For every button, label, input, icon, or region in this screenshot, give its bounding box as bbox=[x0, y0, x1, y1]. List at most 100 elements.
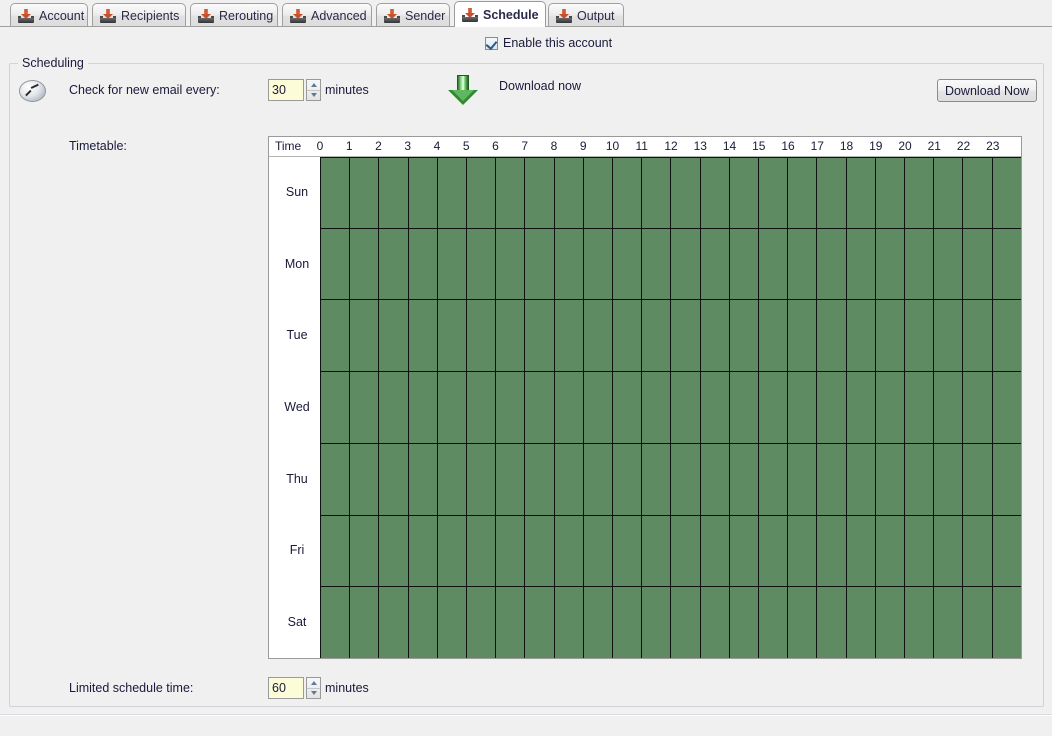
timetable-row-sun[interactable] bbox=[320, 157, 1022, 229]
timetable-cell[interactable] bbox=[934, 157, 963, 229]
timetable-cell[interactable] bbox=[350, 372, 379, 444]
timetable-cell[interactable] bbox=[847, 444, 876, 516]
timetable-cell[interactable] bbox=[701, 157, 730, 229]
timetable-cell[interactable] bbox=[759, 516, 788, 588]
timetable-cell[interactable] bbox=[730, 229, 759, 301]
timetable-cell[interactable] bbox=[993, 516, 1022, 588]
tab-advanced[interactable]: Advanced bbox=[282, 3, 372, 27]
timetable-cell[interactable] bbox=[409, 157, 438, 229]
timetable-cell[interactable] bbox=[993, 157, 1022, 229]
timetable-cell[interactable] bbox=[642, 157, 671, 229]
timetable-cell[interactable] bbox=[701, 229, 730, 301]
timetable-cell[interactable] bbox=[379, 372, 408, 444]
timetable-cell[interactable] bbox=[671, 300, 700, 372]
timetable-row-sat[interactable] bbox=[320, 587, 1022, 659]
timetable-cell[interactable] bbox=[350, 516, 379, 588]
timetable-cell[interactable] bbox=[847, 372, 876, 444]
timetable-cell[interactable] bbox=[613, 516, 642, 588]
timetable-cell[interactable] bbox=[555, 444, 584, 516]
timetable-cell[interactable] bbox=[467, 516, 496, 588]
timetable-cell[interactable] bbox=[817, 229, 846, 301]
timetable-cell[interactable] bbox=[847, 157, 876, 229]
timetable-cell[interactable] bbox=[788, 229, 817, 301]
timetable-cell[interactable] bbox=[613, 444, 642, 516]
timetable-cell[interactable] bbox=[993, 372, 1022, 444]
timetable-cell[interactable] bbox=[963, 516, 992, 588]
timetable-cell[interactable] bbox=[525, 444, 554, 516]
timetable-cell[interactable] bbox=[613, 300, 642, 372]
timetable-cell[interactable] bbox=[642, 372, 671, 444]
timetable-cell[interactable] bbox=[584, 157, 613, 229]
timetable-cell[interactable] bbox=[409, 372, 438, 444]
timetable-cell[interactable] bbox=[730, 157, 759, 229]
timetable-cell[interactable] bbox=[934, 516, 963, 588]
timetable-cell[interactable] bbox=[671, 372, 700, 444]
timetable-cell[interactable] bbox=[905, 372, 934, 444]
timetable-cell[interactable] bbox=[525, 157, 554, 229]
timetable-cell[interactable] bbox=[759, 587, 788, 659]
timetable-row-fri[interactable] bbox=[320, 516, 1022, 588]
timetable-cell[interactable] bbox=[788, 587, 817, 659]
timetable-cell[interactable] bbox=[320, 444, 350, 516]
tab-account[interactable]: Account bbox=[10, 3, 88, 27]
timetable-cell[interactable] bbox=[934, 229, 963, 301]
timetable-cell[interactable] bbox=[613, 587, 642, 659]
timetable-cell[interactable] bbox=[905, 157, 934, 229]
timetable-cell[interactable] bbox=[379, 444, 408, 516]
timetable-row-thu[interactable] bbox=[320, 444, 1022, 516]
timetable-row-wed[interactable] bbox=[320, 372, 1022, 444]
timetable-cell[interactable] bbox=[467, 229, 496, 301]
triangle-down-icon[interactable] bbox=[307, 90, 320, 101]
timetable-cell[interactable] bbox=[788, 444, 817, 516]
timetable-cell[interactable] bbox=[671, 516, 700, 588]
timetable-cell[interactable] bbox=[701, 444, 730, 516]
timetable-cell[interactable] bbox=[876, 229, 905, 301]
timetable-cell[interactable] bbox=[320, 587, 350, 659]
timetable-cell[interactable] bbox=[350, 157, 379, 229]
timetable-cell[interactable] bbox=[496, 372, 525, 444]
timetable-cell[interactable] bbox=[847, 229, 876, 301]
timetable-cell[interactable] bbox=[671, 587, 700, 659]
timetable-cell[interactable] bbox=[817, 372, 846, 444]
check-interval-spinner[interactable] bbox=[268, 79, 321, 101]
timetable-cell[interactable] bbox=[905, 300, 934, 372]
timetable-cell[interactable] bbox=[320, 300, 350, 372]
timetable-cell[interactable] bbox=[759, 372, 788, 444]
timetable-cell[interactable] bbox=[467, 587, 496, 659]
timetable-cell[interactable] bbox=[993, 444, 1022, 516]
timetable-cell[interactable] bbox=[701, 300, 730, 372]
timetable-cell[interactable] bbox=[788, 157, 817, 229]
timetable-cell[interactable] bbox=[993, 229, 1022, 301]
timetable-cell[interactable] bbox=[555, 587, 584, 659]
timetable-cell[interactable] bbox=[320, 372, 350, 444]
timetable-cell[interactable] bbox=[730, 372, 759, 444]
timetable-cell[interactable] bbox=[525, 229, 554, 301]
timetable-cell[interactable] bbox=[496, 300, 525, 372]
timetable-cell[interactable] bbox=[525, 587, 554, 659]
timetable-cell[interactable] bbox=[993, 587, 1022, 659]
timetable-cell[interactable] bbox=[409, 516, 438, 588]
timetable-cell[interactable] bbox=[905, 229, 934, 301]
timetable-cell[interactable] bbox=[876, 516, 905, 588]
triangle-up-icon[interactable] bbox=[307, 80, 320, 90]
timetable-cell[interactable] bbox=[876, 444, 905, 516]
timetable-cell[interactable] bbox=[320, 229, 350, 301]
timetable-cell[interactable] bbox=[905, 444, 934, 516]
timetable-cell[interactable] bbox=[584, 229, 613, 301]
timetable-cell[interactable] bbox=[613, 229, 642, 301]
timetable-cell[interactable] bbox=[788, 516, 817, 588]
limited-schedule-spin-buttons[interactable] bbox=[306, 677, 321, 699]
timetable-cell[interactable] bbox=[496, 587, 525, 659]
timetable-cell[interactable] bbox=[467, 444, 496, 516]
timetable-cell[interactable] bbox=[642, 300, 671, 372]
timetable-cell[interactable] bbox=[438, 372, 467, 444]
timetable-cell[interactable] bbox=[963, 300, 992, 372]
timetable-cell[interactable] bbox=[963, 372, 992, 444]
timetable-cell[interactable] bbox=[963, 229, 992, 301]
timetable-cell[interactable] bbox=[584, 587, 613, 659]
tab-schedule[interactable]: Schedule bbox=[454, 1, 546, 27]
timetable-cell[interactable] bbox=[847, 300, 876, 372]
timetable-cell[interactable] bbox=[350, 587, 379, 659]
timetable-cell[interactable] bbox=[379, 229, 408, 301]
timetable-cell[interactable] bbox=[584, 516, 613, 588]
